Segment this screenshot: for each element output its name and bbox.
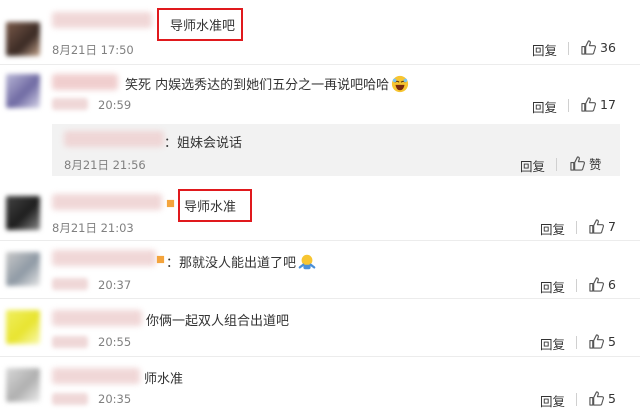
divider [568,99,569,112]
thumbs-up-icon [589,276,604,292]
divider [576,279,577,292]
divider [576,393,577,406]
thumbs-up-icon [589,333,604,349]
divider [576,221,577,234]
comment-item: ：那就没人能出道了吧 20:37 回复 6 [0,240,640,299]
comment-time: 20:59 [98,98,132,112]
username-blurred[interactable] [52,310,142,326]
reply-button[interactable]: 回复 [520,156,545,175]
like-count: 5 [608,333,616,349]
thumbs-up-icon [581,96,596,112]
comment-time: 20:55 [98,335,132,349]
shrug-emoji-icon [298,254,316,270]
badge-icon [166,199,175,208]
like-button[interactable]: 36 [581,39,616,55]
comment-text: 师水准 [144,372,184,387]
subcomment-time: 8月21日 21:56 [64,158,146,172]
avatar[interactable] [6,368,40,402]
username-blurred[interactable] [64,131,164,147]
comment-time: 20:37 [98,278,132,292]
badge-icon [156,255,165,264]
comment-text: 导师水准 [184,200,237,215]
comment-item: 师水准 20:35 回复 5 [0,356,640,419]
reply-button[interactable]: 回复 [540,277,565,296]
like-button[interactable]: 7 [589,218,616,234]
divider [556,158,557,171]
laughing-emoji-icon [392,75,409,93]
comment-text: ：那就没人能出道了吧 [166,252,316,271]
comment-item: 你俩一起双人组合出道吧 20:55 回复 5 [0,298,640,357]
subcomment-text: ：姐妹会说话 [164,136,243,151]
avatar[interactable] [6,22,40,56]
reply-button[interactable]: 回复 [540,391,565,410]
like-button[interactable]: 17 [581,96,616,112]
like-label: 赞 [589,156,602,172]
like-count: 5 [608,390,616,406]
comment-time: 8月21日 17:50 [52,43,134,57]
comment-time: 8月21日 21:03 [52,221,134,235]
thumbs-up-icon [589,390,604,406]
comment-time: 20:35 [98,392,132,406]
avatar[interactable] [6,310,40,344]
time-date-blurred [52,336,88,348]
time-date-blurred [52,98,88,110]
username-blurred[interactable] [52,74,118,90]
thumbs-up-icon [589,218,604,234]
avatar[interactable] [6,196,40,230]
like-count: 17 [600,96,616,112]
reply-button[interactable]: 回复 [540,334,565,353]
username-blurred[interactable] [52,250,156,266]
avatar[interactable] [6,252,40,286]
comment-text: 笑死 内娱选秀达的到她们五分之一再说吧哈哈 [125,74,409,93]
username-blurred[interactable] [52,12,152,28]
like-button[interactable]: 5 [589,333,616,349]
username-blurred[interactable] [52,194,162,210]
like-count: 6 [608,276,616,292]
like-button[interactable]: 5 [589,390,616,406]
comment-item: 导师水准吧 8月21日 17:50 回复 36 [0,0,640,65]
comment-text: 导师水准吧 [170,19,236,34]
time-date-blurred [52,278,88,290]
comment-text: 你俩一起双人组合出道吧 [146,314,290,329]
comment-list: 导师水准吧 8月21日 17:50 回复 36 笑死 内娱选秀达的到她们五分之一… [0,0,640,419]
thumbs-up-icon [570,155,585,171]
like-button[interactable]: 6 [589,276,616,292]
like-button[interactable]: 赞 [570,155,602,172]
reply-button[interactable]: 回复 [532,97,557,116]
like-count: 36 [600,39,616,55]
avatar[interactable] [6,74,40,108]
divider [576,336,577,349]
thumbs-up-icon [581,39,596,55]
divider [568,42,569,55]
reply-button[interactable]: 回复 [532,40,557,59]
comment-item: 导师水准 8月21日 21:03 回复 7 [0,184,640,241]
reply-button[interactable]: 回复 [540,219,565,238]
username-blurred[interactable] [52,368,140,384]
like-count: 7 [608,218,616,234]
subcomment-box: ：姐妹会说话 8月21日 21:56 回复 赞 [52,124,620,176]
time-date-blurred [52,393,88,405]
